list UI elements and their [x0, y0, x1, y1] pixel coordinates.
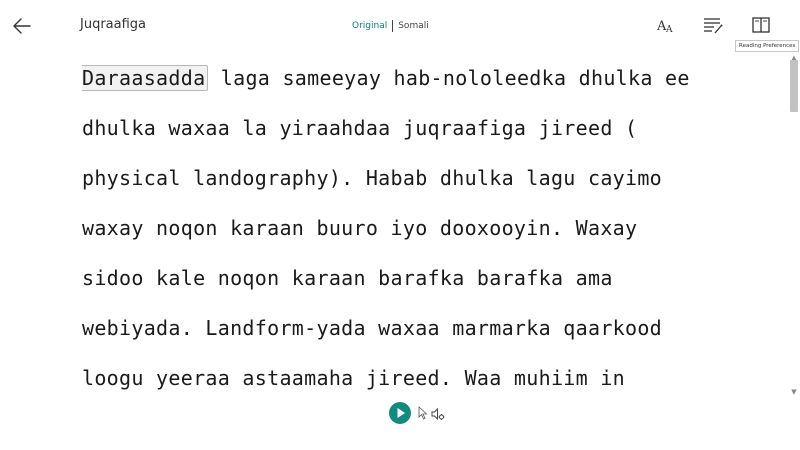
text-line: sidoo kale noqon karaan barafka barafka …	[82, 266, 613, 290]
document-title: Juqraafiga	[80, 17, 147, 32]
language-original-option[interactable]: Original	[352, 21, 387, 31]
text-size-icon: A A	[656, 19, 673, 35]
text-line: physical landography). Habab dhulka lagu…	[82, 166, 663, 190]
play-button[interactable]	[389, 402, 411, 424]
arrow-left-icon	[13, 18, 31, 34]
reading-preferences-button[interactable]	[750, 14, 772, 36]
text-line: dhulka waxaa la yiraahdaa juqraafiga jir…	[82, 116, 638, 140]
reading-preferences-tooltip: Reading Preferences	[735, 40, 800, 52]
reader-header: Juqraafiga Original Somali A A Reading P…	[0, 0, 800, 52]
highlighted-word[interactable]: Daraasadda	[82, 65, 209, 91]
language-separator	[392, 20, 394, 32]
voice-settings-icon	[431, 407, 445, 421]
text-line: waxay noqon karaan buuro iyo dooxooyin. …	[82, 216, 638, 240]
svg-text:A: A	[665, 25, 673, 35]
book-icon	[752, 17, 770, 33]
play-icon	[397, 408, 405, 418]
language-somali-option[interactable]: Somali	[398, 21, 429, 31]
vertical-scrollbar[interactable]: ▲ ▼	[788, 52, 800, 398]
scroll-thumb[interactable]	[790, 60, 798, 112]
text-line: webiyada. Landform-yada waxaa marmarka q…	[82, 316, 663, 340]
voice-settings-button[interactable]	[431, 406, 445, 421]
reading-text-area: Daraasadda laga sameeyay hab-nololeedka …	[82, 60, 782, 395]
language-toggle: Original Somali	[352, 20, 429, 32]
immersive-reader-window: Juqraafiga Original Somali A A Reading P…	[0, 0, 800, 450]
mouse-pointer-icon	[418, 405, 428, 420]
grammar-options-button[interactable]	[702, 14, 724, 36]
text-line: loogu yeeraa astaamaha jireed. Waa muhii…	[82, 366, 626, 390]
grammar-options-icon	[704, 18, 723, 34]
text-line-remainder: laga sameeyay hab-nololeedka dhulka ee	[208, 66, 690, 90]
text-size-button[interactable]: A A	[655, 14, 677, 36]
text-line: Daraasadda laga sameeyay hab-nololeedka …	[82, 60, 782, 110]
back-button[interactable]	[10, 14, 34, 38]
scroll-down-arrow-icon[interactable]: ▼	[790, 388, 798, 396]
